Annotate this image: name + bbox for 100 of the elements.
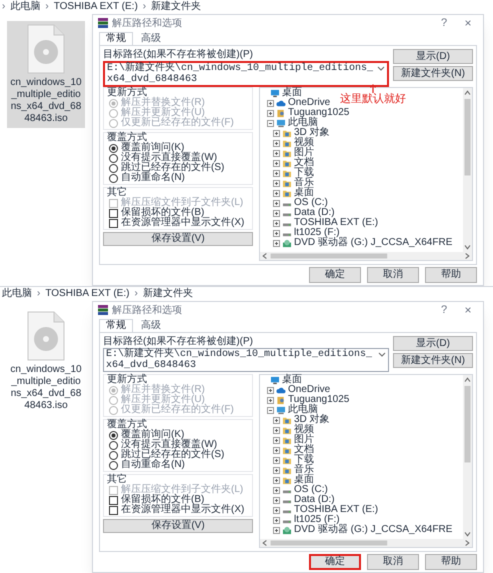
breadcrumb-item[interactable]: 新建文件夹 (142, 288, 193, 300)
horizontal-scrollbar[interactable] (260, 539, 472, 547)
expand-icon[interactable] (273, 200, 280, 206)
dialog-button[interactable]: 取消 (367, 554, 419, 570)
dropdown-icon[interactable] (378, 350, 386, 358)
expand-icon[interactable] (273, 446, 280, 454)
file-item[interactable]: cn_windows_10_multiple_editions_x64_dvd_6848463.iso (7, 21, 85, 128)
expand-icon[interactable] (273, 230, 280, 236)
expand-icon[interactable] (273, 220, 280, 226)
tree-item[interactable]: OneDrive (260, 385, 330, 395)
expand-icon[interactable] (273, 170, 280, 176)
expand-icon[interactable] (273, 140, 280, 146)
tree-item[interactable]: OneDrive (260, 98, 330, 108)
help-button[interactable]: ? (434, 14, 454, 32)
expand-icon[interactable] (273, 150, 280, 156)
expand-icon[interactable] (273, 476, 280, 484)
collapse-icon[interactable] (267, 406, 274, 414)
tree-item[interactable]: TOSHIBA EXT (E:) (260, 505, 378, 515)
tree-item[interactable]: Tuguang1025 (260, 108, 350, 118)
close-button[interactable]: × (458, 301, 478, 319)
side-button[interactable]: 新建文件夹(N) (393, 353, 473, 368)
tab[interactable]: 高级 (135, 320, 167, 332)
expand-icon[interactable] (273, 190, 280, 196)
tree-item[interactable]: 3D 对象 (260, 128, 330, 138)
breadcrumb-item[interactable]: TOSHIBA EXT (E:) (45, 288, 130, 300)
side-button[interactable]: 显示(D) (393, 49, 473, 64)
vertical-scrollbar[interactable] (463, 375, 472, 539)
radio-button[interactable] (109, 154, 118, 162)
side-button[interactable]: 显示(D) (393, 336, 473, 351)
tree-item[interactable]: Data (D:) (260, 208, 335, 218)
path-field[interactable]: E:\新建文件夹\cn_windows_10_multiple_editions_x64_dvd_6848463 (103, 348, 389, 372)
tree-item[interactable]: 此电脑 (260, 405, 318, 415)
breadcrumb-item[interactable]: TOSHIBA EXT (E:) (54, 0, 138, 12)
path-field[interactable]: E:\新建文件夹\cn_windows_10_multiple_editions_x64_dvd_6848463 (103, 61, 389, 87)
expand-icon[interactable] (273, 130, 280, 136)
tree-item[interactable]: lt1025 (F:) (260, 228, 340, 238)
tree-item[interactable]: OS (C:) (260, 485, 328, 495)
tree-item[interactable]: OS (C:) (260, 198, 328, 208)
tree-item[interactable]: 文档 (260, 158, 314, 168)
radio-button[interactable] (109, 430, 118, 440)
radio-button[interactable] (109, 164, 118, 172)
expand-icon[interactable] (273, 466, 280, 474)
expand-icon[interactable] (273, 516, 280, 524)
expand-icon[interactable] (273, 426, 280, 434)
save-settings-button[interactable]: 保存设置(V) (103, 519, 253, 533)
tree-item[interactable]: Tuguang1025 (260, 395, 350, 405)
breadcrumb-item[interactable]: 新建文件夹 (151, 0, 202, 12)
breadcrumb-item[interactable]: 此电脑 (10, 0, 40, 12)
radio-button[interactable] (109, 460, 118, 470)
expand-icon[interactable] (273, 210, 280, 216)
tree-item[interactable]: 视频 (260, 425, 314, 435)
expand-icon[interactable] (273, 416, 280, 424)
expand-icon[interactable] (273, 506, 280, 514)
tree-item[interactable]: 桌面 (260, 188, 314, 198)
expand-icon[interactable] (273, 240, 280, 246)
tree-item[interactable]: 3D 对象 (260, 415, 330, 425)
side-button[interactable]: 新建文件夹(N) (393, 66, 473, 81)
expand-icon[interactable] (267, 386, 274, 394)
tree-item[interactable]: 下载 (260, 168, 314, 178)
expand-icon[interactable] (273, 436, 280, 444)
tree-item[interactable]: 桌面 (260, 375, 302, 385)
expand-icon[interactable] (273, 456, 280, 464)
tree-item[interactable]: DVD 驱动器 (G:) J_CCSA_X64FRE (260, 525, 452, 535)
expand-icon[interactable] (267, 100, 274, 106)
checkbox[interactable] (109, 496, 118, 504)
tree-item[interactable]: 桌面 (260, 88, 302, 98)
tab[interactable]: 常规 (99, 319, 133, 332)
expand-icon[interactable] (273, 526, 280, 534)
tab[interactable]: 常规 (99, 32, 133, 45)
collapse-icon[interactable] (267, 120, 274, 126)
tree-item[interactable]: 桌面 (260, 475, 314, 485)
checkbox[interactable] (109, 208, 118, 218)
help-button[interactable]: ? (434, 302, 454, 318)
expand-icon[interactable] (273, 160, 280, 166)
tree-item[interactable]: 音乐 (260, 465, 314, 475)
tree-item[interactable]: 图片 (260, 435, 314, 445)
radio-button[interactable] (109, 450, 118, 460)
vertical-scrollbar[interactable] (463, 88, 472, 252)
tree-item[interactable]: lt1025 (F:) (260, 515, 340, 525)
save-settings-button[interactable]: 保存设置(V) (103, 232, 253, 246)
close-button[interactable]: × (458, 14, 478, 32)
tree-item[interactable]: 视频 (260, 138, 314, 148)
dialog-button[interactable]: 确定 (309, 267, 361, 283)
radio-button[interactable] (109, 174, 118, 182)
tree-item[interactable]: 音乐 (260, 178, 314, 188)
tree-item[interactable]: TOSHIBA EXT (E:) (260, 218, 378, 228)
dialog-button[interactable]: 帮助 (425, 267, 477, 283)
checkbox[interactable] (109, 218, 118, 228)
dropdown-icon[interactable] (377, 64, 385, 72)
expand-icon[interactable] (273, 496, 280, 504)
checkbox[interactable] (109, 506, 118, 514)
tree-item[interactable]: 文档 (260, 445, 314, 455)
dialog-button[interactable]: 取消 (367, 267, 419, 283)
expand-icon[interactable] (267, 396, 274, 404)
dialog-button[interactable]: 确定 (309, 554, 361, 570)
expand-icon[interactable] (273, 486, 280, 494)
radio-button[interactable] (109, 440, 118, 450)
tree-item[interactable]: 图片 (260, 148, 314, 158)
tree-item[interactable]: 下载 (260, 455, 314, 465)
radio-button[interactable] (109, 144, 118, 152)
